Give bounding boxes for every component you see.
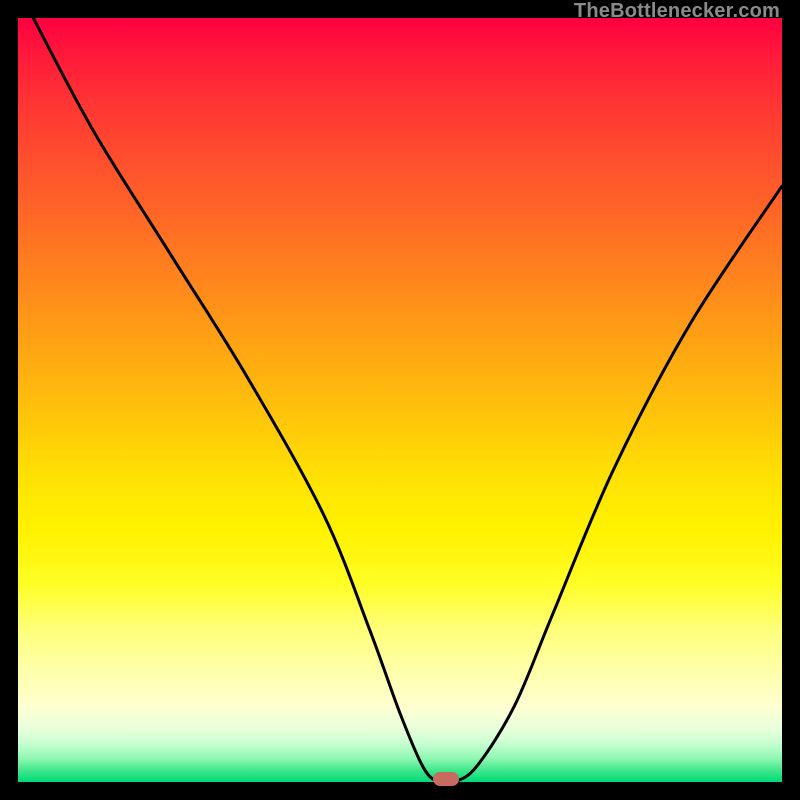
- chart-frame: TheBottlenecker.com: [0, 0, 800, 800]
- optimal-marker: [433, 772, 459, 786]
- plot-area: [18, 18, 782, 782]
- bottleneck-curve: [18, 18, 782, 782]
